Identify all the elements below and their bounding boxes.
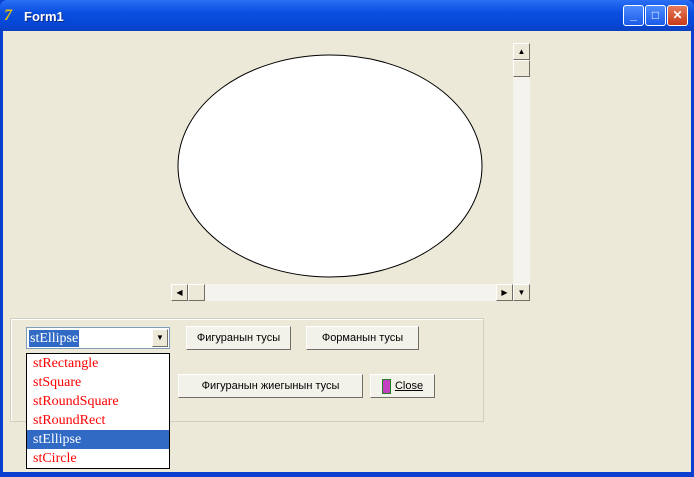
scroll-right-button[interactable]: ▶ [496, 284, 513, 301]
scroll-left-button[interactable]: ◀ [171, 284, 188, 301]
close-button[interactable]: Close [370, 374, 435, 398]
scroll-up-button[interactable]: ▲ [513, 43, 530, 60]
maximize-button[interactable]: □ [645, 5, 666, 26]
chevron-down-icon[interactable]: ▼ [152, 329, 168, 347]
close-label: Close [394, 380, 424, 392]
list-item[interactable]: stRectangle [27, 354, 169, 373]
list-item[interactable]: stRoundSquare [27, 392, 169, 411]
door-icon [381, 378, 391, 394]
close-window-button[interactable]: ✕ [667, 5, 688, 26]
list-item[interactable]: stCircle [27, 449, 169, 468]
minimize-button[interactable]: _ [623, 5, 644, 26]
shape-color-button[interactable]: Фигуранын тусы [186, 326, 291, 350]
shape-type-combobox[interactable]: stEllipse ▼ [26, 327, 170, 349]
scroll-down-button[interactable]: ▼ [513, 284, 530, 301]
list-item[interactable]: stSquare [27, 373, 169, 392]
list-item[interactable]: stRoundRect [27, 411, 169, 430]
title-bar[interactable]: 7 Form1 _ □ ✕ [0, 0, 694, 31]
horizontal-scroll-thumb[interactable] [188, 284, 205, 301]
form-client-area: ▲ ▼ ◀ ▶ stEllipse ▼ Фигуранын тусы Форма… [3, 31, 691, 472]
shape-canvas [177, 54, 483, 278]
ellipse-shape [177, 54, 483, 278]
list-item-selected[interactable]: stEllipse [27, 430, 169, 449]
app-icon: 7 [4, 7, 12, 24]
vertical-scroll-thumb[interactable] [513, 60, 530, 77]
horizontal-scrollbar[interactable]: ◀ ▶ [171, 284, 513, 301]
combo-value: stEllipse [29, 330, 80, 347]
vertical-scrollbar[interactable]: ▲ ▼ [513, 43, 530, 301]
window-title: Form1 [24, 9, 64, 24]
pen-color-button[interactable]: Фигуранын жиегынын тусы [178, 374, 363, 398]
shape-type-dropdown-list[interactable]: stRectangle stSquare stRoundSquare stRou… [26, 353, 170, 469]
form-color-button[interactable]: Форманын тусы [306, 326, 419, 350]
